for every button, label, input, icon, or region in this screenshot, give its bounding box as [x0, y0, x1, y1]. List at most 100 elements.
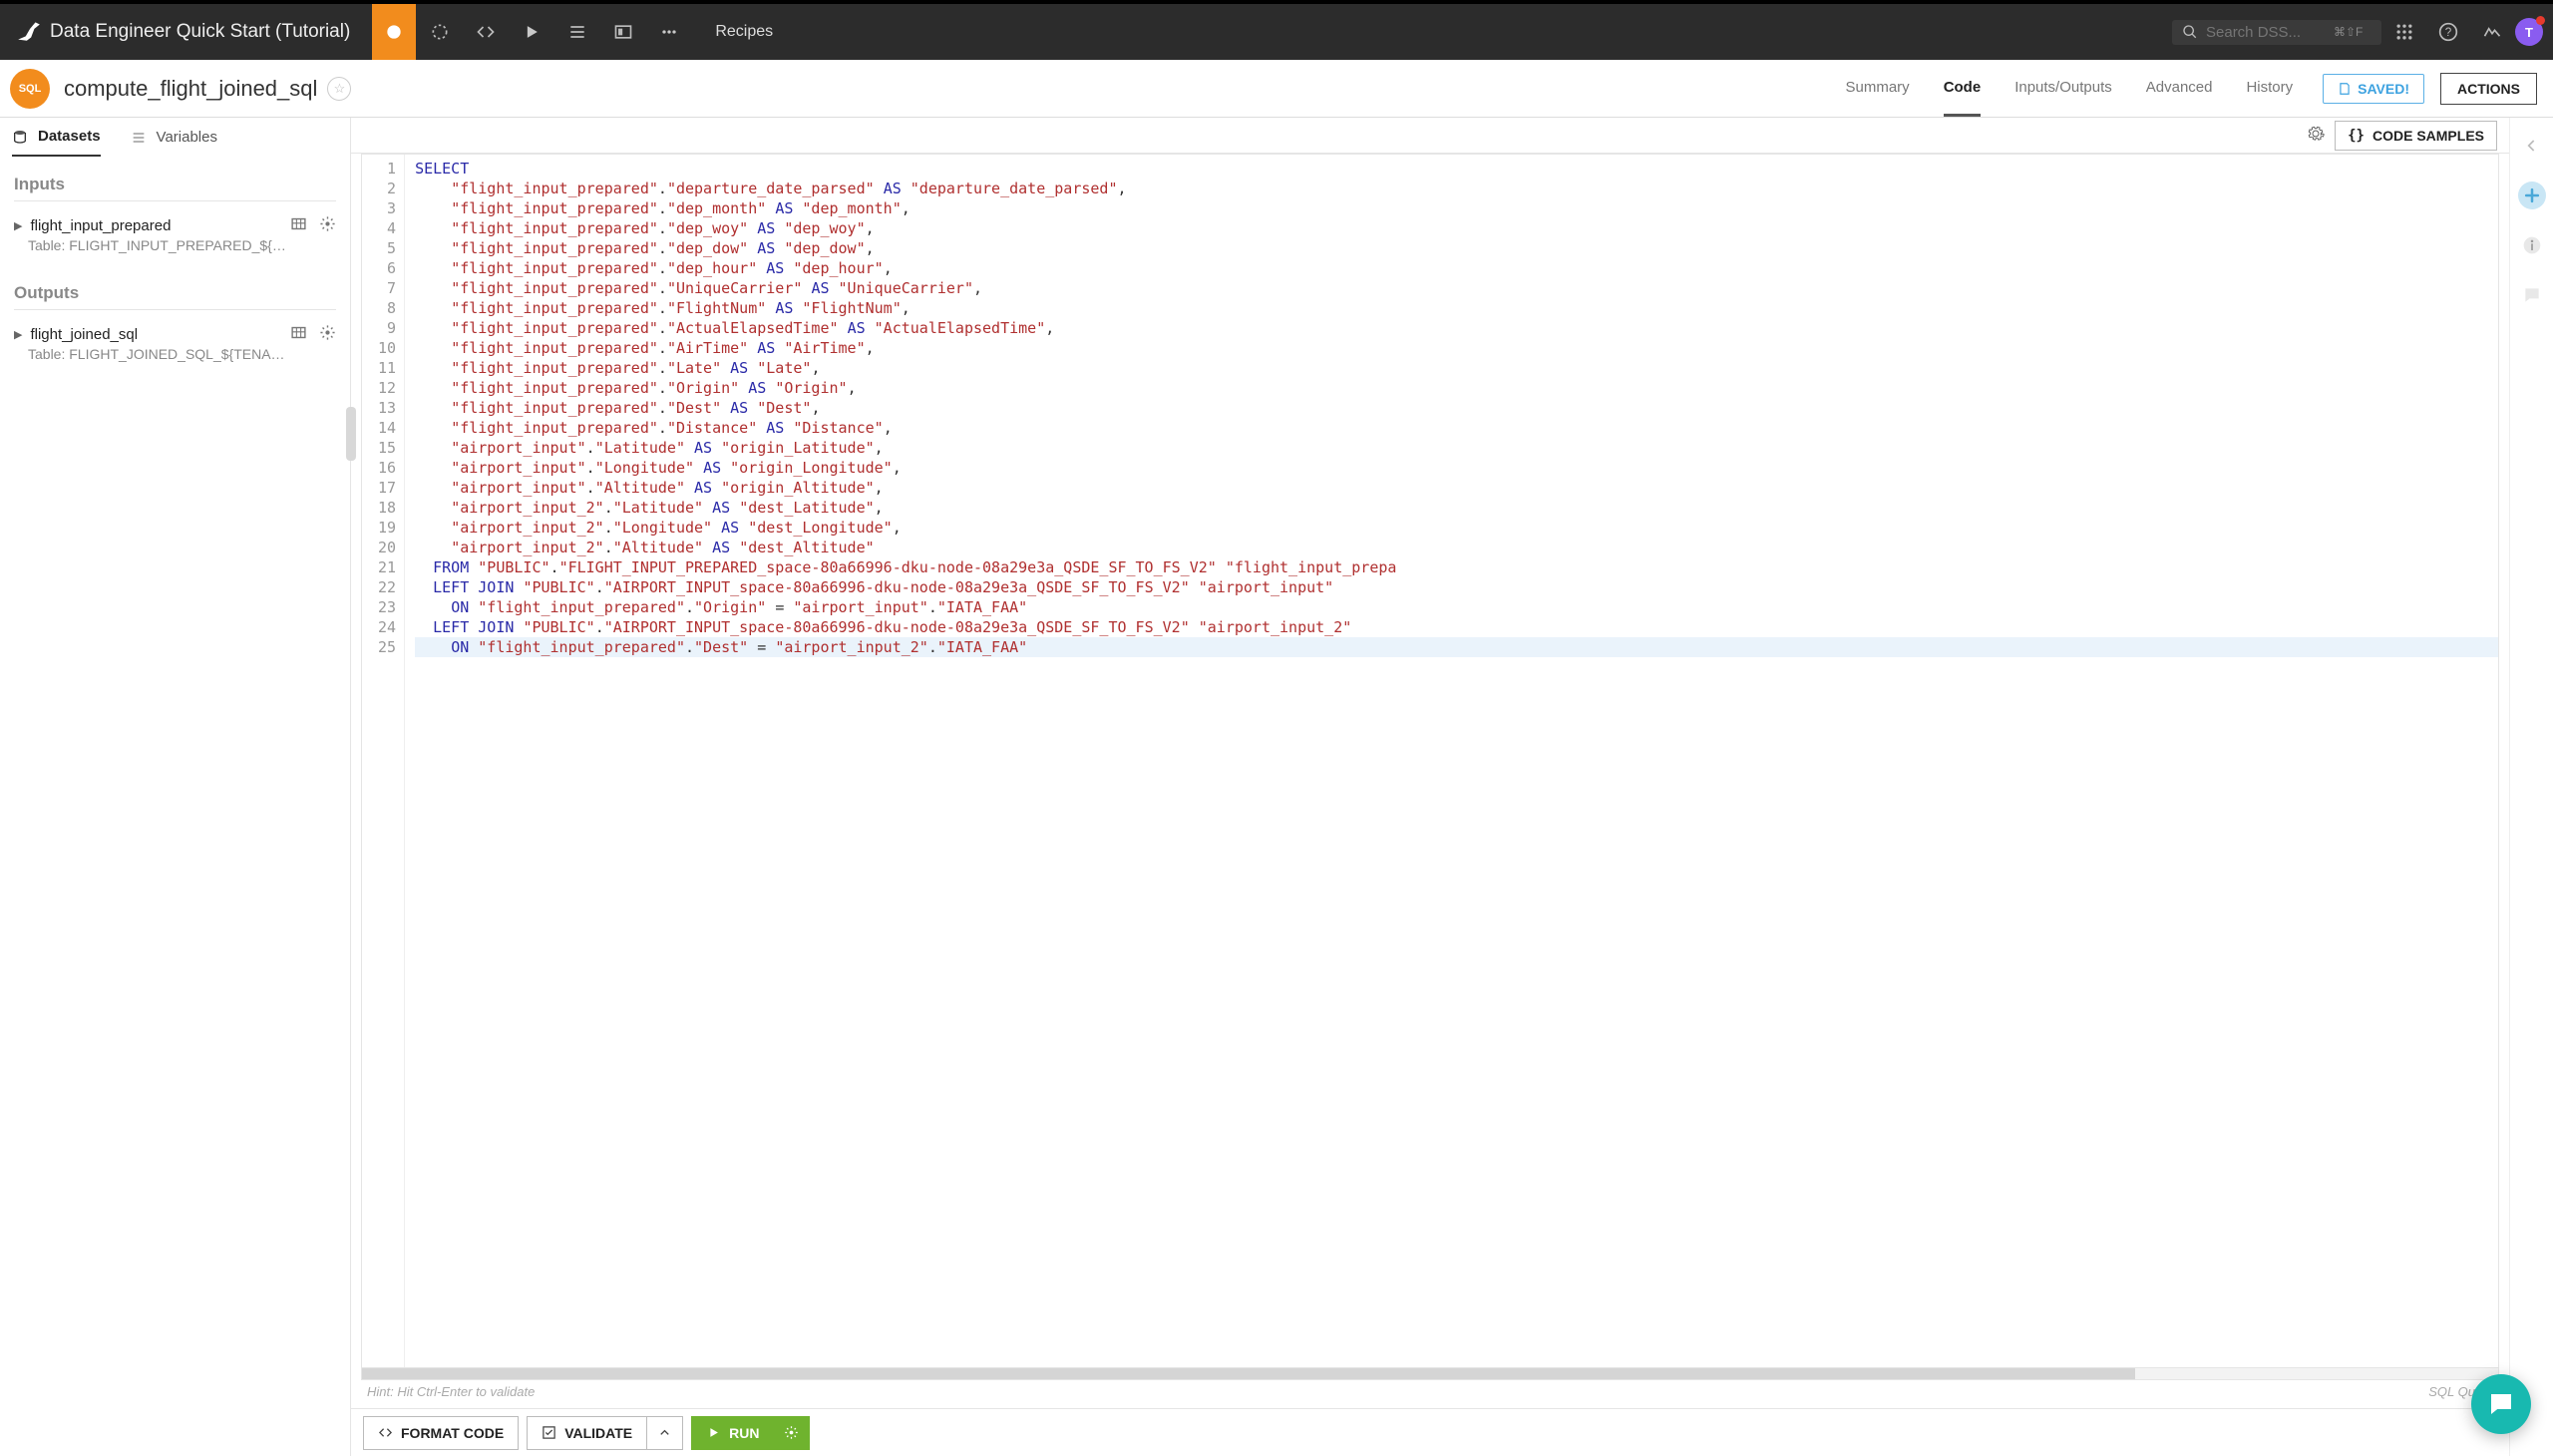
code-line[interactable]: "airport_input_2"."Altitude" AS "dest_Al… [415, 538, 2499, 557]
run-button[interactable]: RUN [691, 1416, 774, 1450]
tab-summary[interactable]: Summary [1846, 60, 1910, 117]
code-line[interactable]: "flight_input_prepared"."UniqueCarrier" … [415, 278, 2499, 298]
table-icon[interactable] [290, 324, 307, 344]
gear-icon[interactable] [319, 324, 336, 344]
search-box[interactable]: ⌘⇧F [2172, 20, 2381, 45]
code-line[interactable]: LEFT JOIN "PUBLIC"."AIRPORT_INPUT_space-… [415, 577, 2499, 597]
code-line[interactable]: "airport_input_2"."Latitude" AS "dest_La… [415, 498, 2499, 518]
top-nav: Data Engineer Quick Start (Tutorial) Rec… [0, 0, 2553, 60]
editor-column: {} CODE SAMPLES 123456789101112131415161… [351, 118, 2509, 1456]
recipe-name[interactable]: compute_flight_joined_sql [64, 76, 317, 102]
code-line[interactable]: "airport_input"."Latitude" AS "origin_La… [415, 438, 2499, 458]
code-line[interactable]: ON "flight_input_prepared"."Dest" = "air… [415, 637, 2499, 657]
horizontal-scrollbar[interactable] [361, 1368, 2499, 1380]
nav-stack-icon[interactable] [555, 4, 599, 60]
code-line[interactable]: "airport_input_2"."Longitude" AS "dest_L… [415, 518, 2499, 538]
code-line[interactable]: "flight_input_prepared"."Dest" AS "Dest"… [415, 398, 2499, 418]
left-sidebar: Datasets Variables Inputs ▶ flight_input_… [0, 118, 351, 1456]
nav-circle-icon[interactable] [418, 4, 462, 60]
sidebar-tab-variables[interactable]: Variables [131, 128, 217, 157]
dataset-name: flight_input_prepared [30, 217, 171, 234]
nav-more-icon[interactable] [647, 4, 691, 60]
code-line[interactable]: "flight_input_prepared"."departure_date_… [415, 179, 2499, 198]
apps-grid-icon[interactable] [2387, 15, 2421, 49]
code-line[interactable]: "airport_input"."Longitude" AS "origin_L… [415, 458, 2499, 478]
tab-advanced[interactable]: Advanced [2146, 60, 2213, 117]
list-icon [131, 130, 147, 146]
chat-widget[interactable] [2471, 1374, 2531, 1434]
resize-handle[interactable] [346, 407, 356, 461]
gear-icon[interactable] [319, 215, 336, 235]
code-line[interactable]: FROM "PUBLIC"."FLIGHT_INPUT_PREPARED_spa… [415, 557, 2499, 577]
info-icon[interactable] [2518, 231, 2546, 259]
code-line[interactable]: "flight_input_prepared"."FlightNum" AS "… [415, 298, 2499, 318]
recipe-type-chip: SQL [10, 69, 50, 109]
nav-flow-icon[interactable] [372, 4, 416, 60]
code-line[interactable]: "flight_input_prepared"."dep_dow" AS "de… [415, 238, 2499, 258]
bottom-action-bar: FORMAT CODE VALIDATE RUN [351, 1408, 2509, 1456]
saved-label: SAVED! [2358, 81, 2409, 97]
favorite-icon[interactable]: ☆ [327, 77, 351, 101]
format-label: FORMAT CODE [401, 1425, 504, 1441]
caret-right-icon: ▶ [14, 328, 22, 341]
logo-bird-icon[interactable] [10, 18, 48, 47]
project-title[interactable]: Data Engineer Quick Start (Tutorial) [50, 21, 370, 43]
output-dataset-row[interactable]: ▶ flight_joined_sql [0, 320, 350, 346]
add-panel-icon[interactable] [2518, 182, 2546, 209]
format-code-button[interactable]: FORMAT CODE [363, 1416, 519, 1450]
tab-history[interactable]: History [2246, 60, 2293, 117]
activity-icon[interactable] [2475, 15, 2509, 49]
editor-settings-icon[interactable] [2307, 125, 2325, 146]
check-icon [542, 1425, 556, 1440]
dataset-name: flight_joined_sql [30, 326, 138, 343]
inputs-section-title: Inputs [0, 157, 350, 200]
search-input[interactable] [2206, 24, 2326, 41]
code-line[interactable]: "flight_input_prepared"."dep_woy" AS "de… [415, 218, 2499, 238]
code-line[interactable]: ON "flight_input_prepared"."Origin" = "a… [415, 597, 2499, 617]
code-editor[interactable]: 1234567891011121314151617181920212223242… [361, 154, 2499, 1368]
validate-dropdown[interactable] [647, 1416, 683, 1450]
hint-text: Hint: Hit Ctrl-Enter to validate [367, 1384, 535, 1404]
top-tab-recipes[interactable]: Recipes [693, 23, 795, 41]
tab-code[interactable]: Code [1944, 60, 1982, 117]
help-icon[interactable]: ? [2431, 15, 2465, 49]
sidebar-tab-label: Variables [157, 129, 217, 146]
code-line[interactable]: SELECT [415, 159, 2499, 179]
dataset-table-path: Table: FLIGHT_INPUT_PREPARED_${… [0, 237, 350, 265]
right-rail [2509, 118, 2553, 1456]
chat-icon [2486, 1389, 2516, 1419]
tab-inputs-outputs[interactable]: Inputs/Outputs [2014, 60, 2112, 117]
code-line[interactable]: "flight_input_prepared"."Distance" AS "D… [415, 418, 2499, 438]
nav-panel-icon[interactable] [601, 4, 645, 60]
code-line[interactable]: "flight_input_prepared"."ActualElapsedTi… [415, 318, 2499, 338]
sidebar-tab-datasets[interactable]: Datasets [12, 128, 101, 157]
code-icon [378, 1425, 393, 1440]
run-label: RUN [729, 1425, 759, 1441]
code-line[interactable]: LEFT JOIN "PUBLIC"."AIRPORT_INPUT_space-… [415, 617, 2499, 637]
database-icon [12, 129, 28, 145]
recipe-header: SQL compute_flight_joined_sql ☆ Summary C… [0, 60, 2553, 118]
nav-play-icon[interactable] [510, 4, 553, 60]
caret-right-icon: ▶ [14, 219, 22, 232]
input-dataset-row[interactable]: ▶ flight_input_prepared [0, 211, 350, 237]
code-content[interactable]: SELECT "flight_input_prepared"."departur… [405, 155, 2499, 1367]
user-avatar[interactable]: T [2515, 18, 2543, 46]
save-icon [2338, 82, 2352, 96]
code-line[interactable]: "flight_input_prepared"."Late" AS "Late"… [415, 358, 2499, 378]
code-line[interactable]: "flight_input_prepared"."AirTime" AS "Ai… [415, 338, 2499, 358]
code-samples-label: CODE SAMPLES [2372, 128, 2484, 144]
chevron-up-icon [657, 1425, 672, 1440]
sidebar-tab-label: Datasets [38, 128, 101, 145]
run-settings-button[interactable] [774, 1416, 810, 1450]
actions-button[interactable]: ACTIONS [2440, 73, 2537, 105]
code-line[interactable]: "airport_input"."Altitude" AS "origin_Al… [415, 478, 2499, 498]
code-line[interactable]: "flight_input_prepared"."dep_hour" AS "d… [415, 258, 2499, 278]
code-line[interactable]: "flight_input_prepared"."Origin" AS "Ori… [415, 378, 2499, 398]
validate-button[interactable]: VALIDATE [527, 1416, 647, 1450]
table-icon[interactable] [290, 215, 307, 235]
nav-code-icon[interactable] [464, 4, 508, 60]
collapse-icon[interactable] [2518, 132, 2546, 160]
comment-icon[interactable] [2518, 281, 2546, 309]
code-line[interactable]: "flight_input_prepared"."dep_month" AS "… [415, 198, 2499, 218]
code-samples-button[interactable]: {} CODE SAMPLES [2335, 121, 2497, 151]
